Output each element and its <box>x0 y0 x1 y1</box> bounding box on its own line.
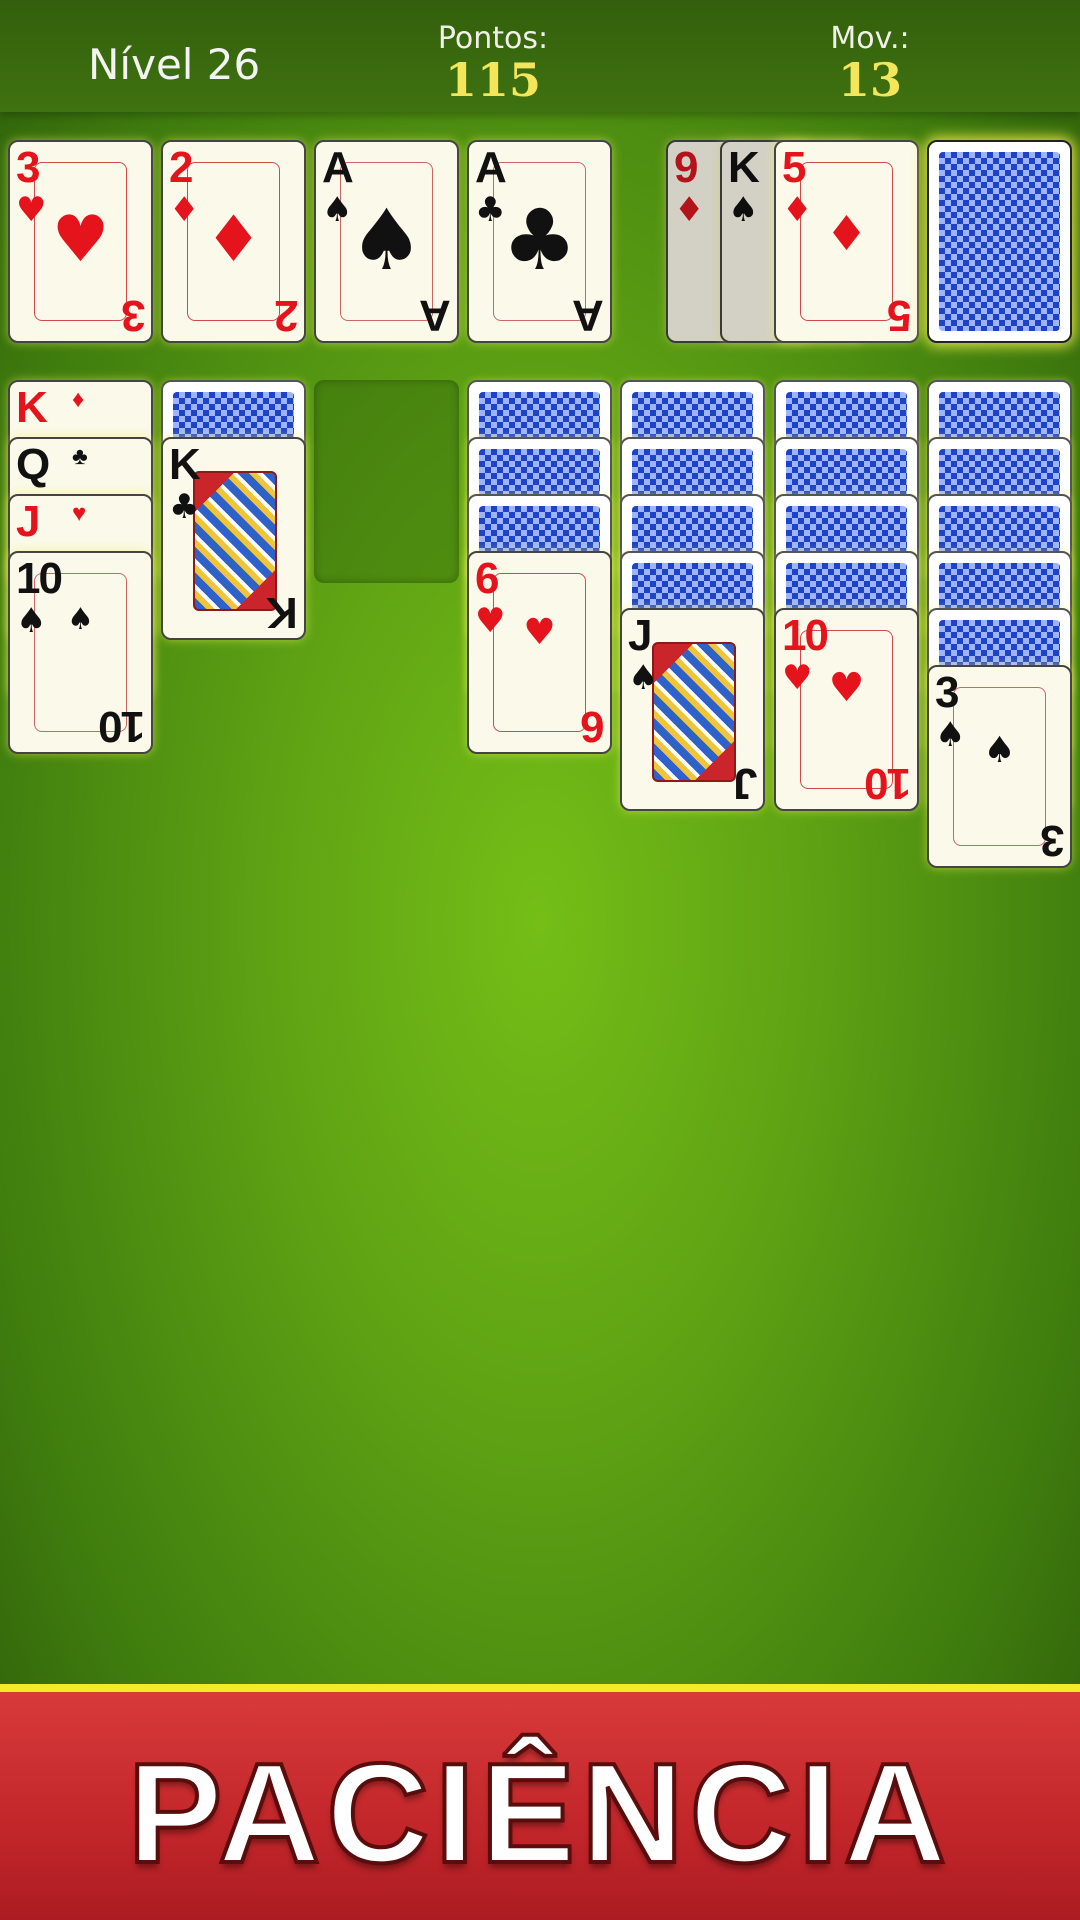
card-rank: 3 <box>122 291 145 340</box>
diamond-icon: ♦ <box>824 206 869 262</box>
points-label: Pontos: <box>437 21 549 56</box>
foundation-pile-1[interactable]: 3 ♥ ♥ 3 <box>8 140 153 343</box>
diamond-icon: ♦ <box>204 203 263 277</box>
card-rank: 2 <box>169 143 194 192</box>
card-rank: A <box>574 291 604 340</box>
level-label: Nível 26 <box>88 40 261 89</box>
foundation-pile-3[interactable]: A ♠ ♠ A <box>314 140 459 343</box>
club-icon: ♣ <box>169 487 200 527</box>
card-rank: K <box>268 588 298 637</box>
card-rank: J <box>628 611 653 660</box>
spade-icon: ♠ <box>728 190 759 230</box>
points-display: Pontos: 115 <box>393 21 593 107</box>
card-rank: 10 <box>866 759 911 808</box>
tableau-card[interactable]: 10 ♠ ♠ 10 <box>8 551 153 754</box>
card-rank: 10 <box>782 611 829 660</box>
moves-label: Mov.: <box>830 21 910 56</box>
spade-icon: ♠ <box>67 602 94 637</box>
tableau-card[interactable]: 10 ♥ ♥ 10 <box>774 608 919 811</box>
foundation-pile-4[interactable]: A ♣ ♣ A <box>467 140 612 343</box>
card-rank: K <box>16 383 48 432</box>
card-rank: 3 <box>935 668 960 717</box>
jack-portrait-icon <box>652 642 736 782</box>
card-rank: 5 <box>888 291 911 340</box>
card-rank: J <box>734 759 757 808</box>
card-rank: 2 <box>275 291 298 340</box>
card-rank: 3 <box>16 143 41 192</box>
card-rank: 5 <box>782 143 807 192</box>
title-banner: PACIÊNCIA <box>0 1684 1080 1920</box>
card-rank: 3 <box>1041 816 1064 865</box>
card-rank: K <box>728 143 760 192</box>
card-rank: A <box>421 291 451 340</box>
card-rank: 9 <box>674 143 699 192</box>
spade-icon: ♠ <box>983 730 1016 771</box>
waste-top-card[interactable]: 5 ♦ ♦ 5 <box>774 140 919 343</box>
card-rank: 6 <box>475 554 500 603</box>
tableau-card[interactable]: K ♣ K <box>161 437 306 640</box>
foundation-pile-2[interactable]: 2 ♦ ♦ 2 <box>161 140 306 343</box>
spade-icon: ♠ <box>628 658 659 698</box>
card-rank: J <box>16 497 41 546</box>
heart-icon: ♥ <box>68 500 91 528</box>
moves-display: Mov.: 13 <box>770 21 970 107</box>
card-rank: 6 <box>581 702 604 751</box>
empty-tableau-slot[interactable] <box>314 380 459 583</box>
card-rank: Q <box>16 440 50 489</box>
heart-icon: ♥ <box>523 612 556 653</box>
stock-pile[interactable] <box>927 140 1072 343</box>
tableau-card[interactable]: 3 ♠ ♠ 3 <box>927 665 1072 868</box>
heart-icon: ♥ <box>51 203 110 277</box>
king-portrait-icon <box>193 471 277 611</box>
diamond-icon: ♦ <box>674 190 705 230</box>
moves-value: 13 <box>837 53 902 107</box>
club-icon: ♣ <box>68 443 92 471</box>
top-bar: Nível 26 Pontos: 115 Mov.: 13 <box>0 0 1080 112</box>
card-rank: 10 <box>16 554 63 603</box>
spade-icon: ♠ <box>348 191 425 289</box>
diamond-icon: ♦ <box>68 386 89 414</box>
card-rank: A <box>322 143 354 192</box>
tableau-card[interactable]: J ♠ J <box>620 608 765 811</box>
card-rank: 10 <box>100 702 145 751</box>
tableau-card[interactable]: 6 ♥ ♥ 6 <box>467 551 612 754</box>
card-rank: K <box>169 440 201 489</box>
card-rank: A <box>475 143 507 192</box>
heart-icon: ♥ <box>828 665 865 711</box>
points-value: 115 <box>444 53 542 107</box>
game-title: PACIÊNCIA <box>126 1732 953 1895</box>
club-icon: ♣ <box>501 191 578 289</box>
